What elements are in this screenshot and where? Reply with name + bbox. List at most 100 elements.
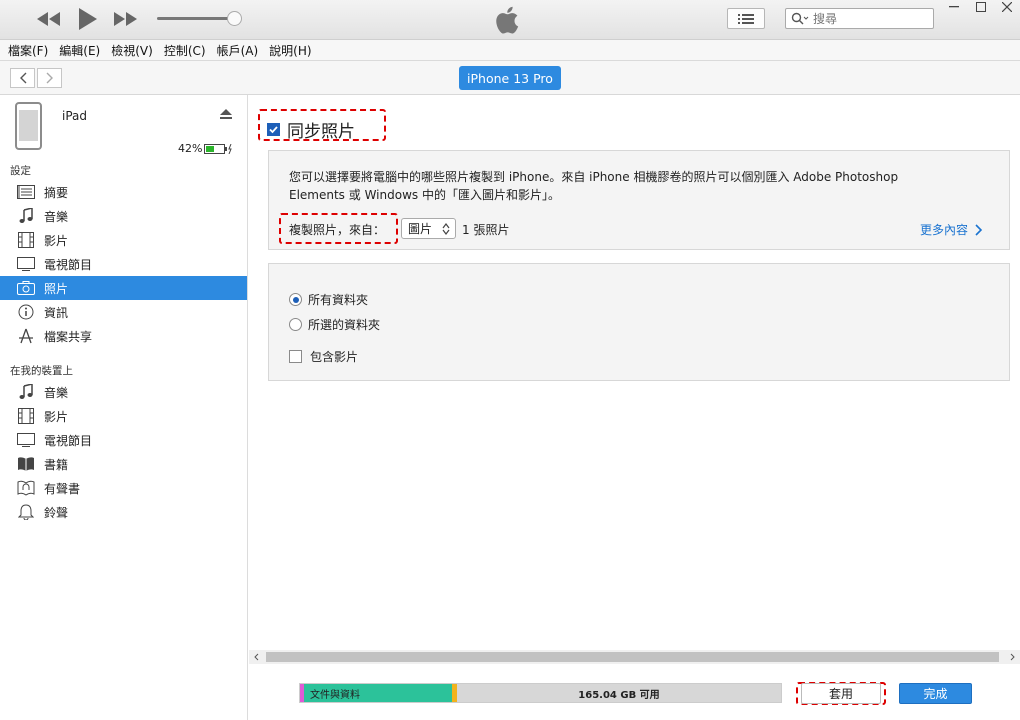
sidebar-item-music[interactable]: 音樂 [0, 204, 247, 228]
volume-slider[interactable] [157, 17, 235, 20]
bell-icon [16, 503, 36, 521]
sidebar-item-label: 摘要 [44, 185, 69, 200]
sidebar-item-info[interactable]: 資訊 [0, 300, 247, 324]
audiobook-icon [16, 479, 36, 497]
sidebar-item-device-tv[interactable]: 電視節目 [0, 428, 247, 452]
play-icon [79, 8, 97, 30]
chevron-right-icon [46, 72, 53, 84]
book-icon [16, 455, 36, 473]
menu-file[interactable]: 檔案(F) [8, 42, 48, 59]
scrollbar-thumb[interactable] [266, 652, 999, 662]
maximize-button[interactable] [970, 0, 992, 14]
menu-help[interactable]: 說明(H) [269, 42, 311, 59]
search-box[interactable] [785, 8, 934, 29]
scroll-right-icon[interactable] [1007, 650, 1017, 664]
chevron-right-icon [975, 223, 983, 236]
option-all-folders[interactable]: 所有資料夾 [289, 291, 368, 308]
volume-slider-knob[interactable] [227, 11, 242, 26]
device-image-icon [15, 102, 42, 150]
option-selected-folders[interactable]: 所選的資料夾 [289, 316, 380, 333]
menu-bar: 檔案(F) 編輯(E) 檢視(V) 控制(C) 帳戶(A) 說明(H) [0, 40, 1020, 61]
sidebar-item-device-music[interactable]: 音樂 [0, 380, 247, 404]
updown-arrows-icon [442, 223, 450, 235]
apps-icon [16, 327, 36, 345]
sidebar-item-movies[interactable]: 影片 [0, 228, 247, 252]
film-icon [16, 231, 36, 249]
sidebar-item-photos[interactable]: 照片 [0, 276, 247, 300]
more-info-link[interactable]: 更多內容 [920, 221, 983, 238]
sidebar-item-label: 書籍 [44, 457, 69, 472]
music-note-icon [16, 383, 36, 401]
apple-logo-icon [495, 4, 523, 39]
rewind-icon [37, 12, 60, 26]
sidebar-item-label: 電視節目 [44, 433, 93, 448]
menu-account[interactable]: 帳戶(A) [217, 42, 259, 59]
sidebar-item-device-tones[interactable]: 鈴聲 [0, 500, 247, 524]
include-videos-label: 包含影片 [310, 350, 359, 364]
sidebar-item-label: 檔案共享 [44, 329, 93, 344]
sidebar-item-device-books[interactable]: 書籍 [0, 452, 247, 476]
storage-bar: 文件與資料 165.04 GB 可用 [299, 683, 782, 703]
sync-photos-label: 同步照片 [287, 122, 355, 142]
include-videos-option[interactable]: 包含影片 [289, 348, 358, 365]
camera-icon [16, 279, 36, 297]
menu-controls[interactable]: 控制(C) [164, 42, 206, 59]
device-pill-button[interactable]: iPhone 13 Pro [459, 66, 561, 90]
more-info-label: 更多內容 [920, 223, 969, 237]
device-name: iPad [62, 109, 88, 123]
sync-photos-checkbox[interactable]: 同步照片 [267, 117, 355, 142]
storage-docs-label: 文件與資料 [310, 689, 360, 701]
list-icon [738, 13, 754, 24]
sidebar-item-label: 照片 [44, 281, 69, 296]
search-icon [791, 12, 809, 24]
option-all-folders-label: 所有資料夾 [308, 293, 369, 307]
back-button[interactable] [10, 68, 35, 88]
done-button[interactable]: 完成 [899, 683, 972, 704]
checkmark-icon [269, 126, 278, 134]
forward-button[interactable] [113, 8, 139, 30]
sidebar-item-label: 鈴聲 [44, 505, 69, 520]
fast-forward-icon [114, 12, 137, 26]
forward-nav-button[interactable] [37, 68, 62, 88]
sidebar-item-label: 音樂 [44, 209, 69, 224]
title-bar [0, 0, 1020, 40]
maximize-icon [976, 2, 986, 12]
sidebar-item-label: 資訊 [44, 305, 69, 320]
sidebar-item-summary[interactable]: 摘要 [0, 180, 247, 204]
search-input[interactable] [813, 11, 923, 26]
sidebar-item-device-movies[interactable]: 影片 [0, 404, 247, 428]
play-button[interactable] [76, 8, 100, 30]
radio-all-folders[interactable] [289, 293, 302, 306]
radio-selected-folders[interactable] [289, 318, 302, 331]
summary-icon [16, 183, 36, 201]
sync-checkbox-box[interactable] [267, 123, 280, 136]
eject-button[interactable] [220, 109, 232, 123]
list-view-button[interactable] [727, 8, 765, 29]
sidebar-item-tv-shows[interactable]: 電視節目 [0, 252, 247, 276]
copy-source-panel: 您可以選擇要將電腦中的哪些照片複製到 iPhone。來自 iPhone 相機膠卷… [268, 150, 1010, 250]
minimize-button[interactable] [943, 0, 965, 14]
menu-view[interactable]: 檢視(V) [111, 42, 153, 59]
tv-icon [16, 255, 36, 273]
storage-free-label: 165.04 GB 可用 [578, 689, 660, 701]
include-videos-checkbox[interactable] [289, 350, 302, 363]
menu-edit[interactable]: 編輯(E) [59, 42, 100, 59]
copy-from-label: 複製照片，來自： [289, 223, 386, 237]
apply-button[interactable]: 套用 [801, 683, 881, 704]
sidebar-item-label: 音樂 [44, 385, 69, 400]
sidebar-item-device-audiobooks[interactable]: 有聲書 [0, 476, 247, 500]
rewind-button[interactable] [36, 8, 62, 30]
sidebar-item-file-sharing[interactable]: 檔案共享 [0, 324, 247, 348]
sidebar-item-label: 影片 [44, 409, 69, 424]
info-icon [16, 303, 36, 321]
scroll-left-icon[interactable] [252, 650, 262, 664]
close-button[interactable] [996, 0, 1018, 14]
main-content: 同步照片 您可以選擇要將電腦中的哪些照片複製到 iPhone。來自 iPhone… [249, 95, 1020, 720]
minimize-icon [949, 6, 959, 8]
horizontal-scrollbar[interactable] [249, 650, 1020, 664]
sidebar-item-label: 有聲書 [44, 481, 81, 496]
battery-percent: 42% [178, 142, 203, 155]
battery-icon [204, 143, 234, 157]
description-line-2: Elements 或 Windows 中的「匯入圖片和影片」。 [289, 188, 560, 202]
copy-from-select[interactable]: 圖片 [401, 218, 456, 239]
